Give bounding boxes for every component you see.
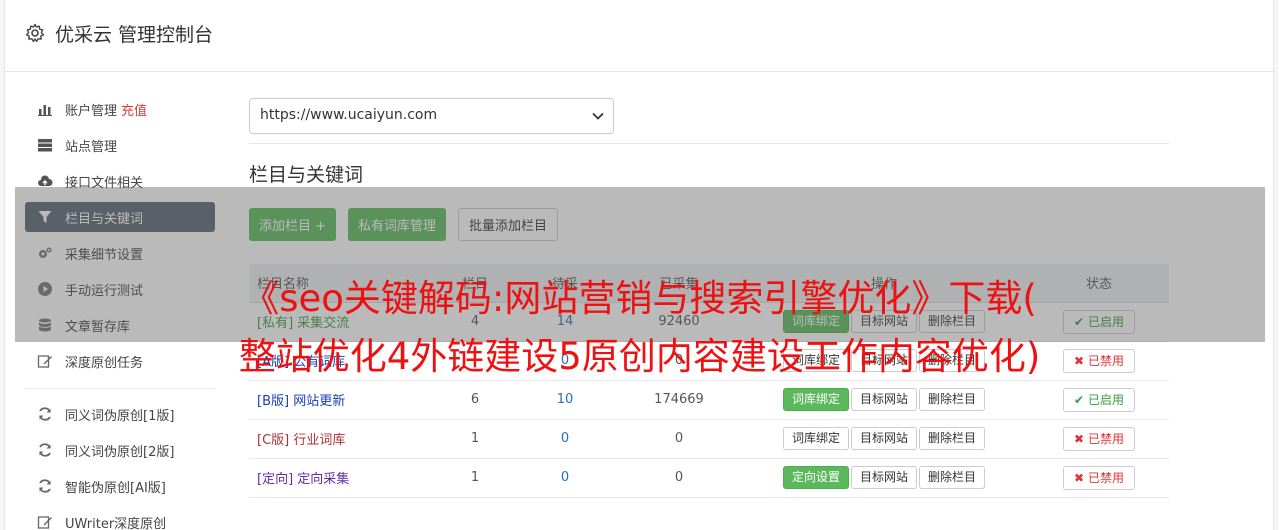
- delete-column-button[interactable]: 删除栏目: [919, 466, 986, 489]
- status-cell: ✔ 已启用: [1029, 380, 1169, 420]
- delete-column-button[interactable]: 删除栏目: [919, 427, 986, 450]
- section-title: 栏目与关键词: [249, 164, 364, 186]
- chevron-down-icon: [592, 112, 604, 120]
- target-site-button[interactable]: 目标网站: [850, 427, 917, 450]
- refresh-icon: [37, 406, 53, 422]
- sidebar-item[interactable]: 智能伪原创[AI版]: [25, 471, 215, 501]
- ops-cell: 定向设置 目标网站 删除栏目: [739, 458, 1029, 498]
- bind-lexicon-button[interactable]: 词库绑定: [782, 388, 849, 411]
- overlay-title-line1: 《seo关键解码:网站营销与搜索引擎优化》下载(: [242, 277, 1037, 320]
- sidebar-item-label: UWriter深度原创: [65, 516, 167, 530]
- site-select[interactable]: https://www.ucaiyun.com: [249, 98, 614, 134]
- sidebar-item[interactable]: UWriter深度原创: [25, 507, 215, 530]
- close-icon: ✖: [1074, 470, 1085, 485]
- target-site-button[interactable]: 目标网站: [850, 466, 917, 489]
- pending-count[interactable]: 10: [511, 380, 619, 420]
- collected-count: 174669: [619, 380, 739, 420]
- page: 优采云 管理控制台 账户管理 充值 站点管理 接口文件相关 栏目与关键词 采集细节设置 手动…: [0, 0, 1279, 530]
- sidebar-divider: [25, 388, 215, 389]
- recharge-link[interactable]: 充值: [121, 100, 147, 119]
- column-name-cell: [C版] 行业词库: [249, 419, 439, 459]
- refresh-icon: [37, 478, 53, 494]
- target-site-button[interactable]: 目标网站: [850, 388, 917, 411]
- site-select-value: https://www.ucaiyun.com: [260, 107, 438, 123]
- page-title: 优采云 管理控制台: [55, 24, 214, 46]
- column-name[interactable]: 定向采集: [297, 472, 349, 487]
- server-icon: [37, 137, 53, 153]
- status-cell: ✖ 已禁用: [1029, 458, 1169, 498]
- column-name-cell: [B版] 网站更新: [249, 380, 439, 420]
- refresh-icon: [37, 442, 53, 458]
- column-tag: [C版]: [257, 433, 290, 448]
- table-row: [B版] 网站更新 6 10 174669 词库绑定 目标网站 删除栏目 ✔ 已启用: [249, 380, 1169, 420]
- column-name[interactable]: 行业词库: [293, 433, 345, 448]
- column-name-cell: [定向] 定向采集: [249, 458, 439, 498]
- status-toggle[interactable]: ✔ 已启用: [1063, 387, 1135, 412]
- sidebar-item[interactable]: 同义词伪原创[2版]: [25, 435, 215, 465]
- column-count: 6: [439, 380, 511, 420]
- sidebar-item-label: 同义词伪原创[1版]: [65, 408, 175, 424]
- column-tag: [B版]: [257, 394, 290, 409]
- table-row: [C版] 行业词库 1 0 0 词库绑定 目标网站 删除栏目 ✖ 已禁用: [249, 419, 1169, 459]
- bind-lexicon-button[interactable]: 定向设置: [782, 466, 849, 489]
- status-label: 已禁用: [1087, 470, 1124, 485]
- sidebar-item-label: 智能伪原创[AI版]: [65, 480, 166, 496]
- column-name[interactable]: 网站更新: [293, 394, 345, 409]
- column-count: 1: [439, 458, 511, 498]
- check-icon: ✔: [1074, 392, 1085, 407]
- sidebar-item[interactable]: 同义词伪原创[1版]: [25, 399, 215, 429]
- status-label: 已禁用: [1087, 431, 1124, 446]
- pending-count[interactable]: 0: [511, 419, 619, 459]
- column-tag: [定向]: [257, 472, 294, 487]
- close-icon: ✖: [1074, 431, 1085, 446]
- bar-chart-icon: [37, 101, 53, 117]
- pending-count[interactable]: 0: [511, 458, 619, 498]
- divider: [249, 143, 1169, 144]
- status-toggle[interactable]: ✖ 已禁用: [1063, 426, 1135, 451]
- sidebar-item[interactable]: 账户管理 充值: [25, 94, 215, 124]
- sidebar-item[interactable]: 站点管理: [25, 130, 215, 160]
- sidebar-item-label: 同义词伪原创[2版]: [65, 444, 175, 460]
- sidebar-item-label: 站点管理: [65, 139, 118, 155]
- delete-column-button[interactable]: 删除栏目: [919, 388, 986, 411]
- ops-cell: 词库绑定 目标网站 删除栏目: [739, 380, 1029, 420]
- collected-count: 0: [619, 458, 739, 498]
- column-count: 1: [439, 419, 511, 459]
- status-cell: ✖ 已禁用: [1029, 419, 1169, 459]
- collected-count: 0: [619, 419, 739, 459]
- status-label: 已启用: [1087, 392, 1124, 407]
- edit-icon: [37, 514, 53, 530]
- gear-icon: [25, 23, 45, 43]
- top-bar: 优采云 管理控制台: [5, 0, 1275, 72]
- bind-lexicon-button[interactable]: 词库绑定: [782, 427, 849, 450]
- overlay-title-line2: 整站优化4外链建设5原创内容建设工作内容优化): [238, 335, 1041, 378]
- table-row: [定向] 定向采集 1 0 0 定向设置 目标网站 删除栏目 ✖ 已禁用: [249, 458, 1169, 498]
- sidebar-item-label: 账户管理: [65, 103, 118, 119]
- ops-cell: 词库绑定 目标网站 删除栏目: [739, 419, 1029, 459]
- status-toggle[interactable]: ✖ 已禁用: [1063, 465, 1135, 490]
